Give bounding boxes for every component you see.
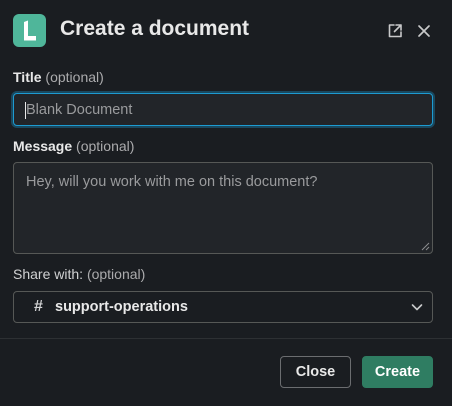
chevron-down-icon bbox=[411, 304, 423, 311]
message-textarea-placeholder: Hey, will you work with me on this docum… bbox=[26, 174, 318, 190]
open-in-new-window-icon bbox=[388, 24, 402, 38]
message-label-text: Message bbox=[13, 138, 73, 154]
title-label-text: Title bbox=[13, 69, 42, 85]
modal-title: Create a document bbox=[60, 17, 250, 40]
open-in-new-window-button[interactable] bbox=[384, 20, 406, 42]
resize-handle-icon[interactable] bbox=[421, 242, 430, 251]
title-input[interactable]: Blank Document bbox=[13, 93, 433, 126]
title-input-placeholder: Blank Document bbox=[26, 102, 133, 118]
message-optional-hint: (optional) bbox=[76, 138, 135, 154]
create-document-modal: Create a document Title (optional) Blank… bbox=[0, 0, 452, 406]
title-label: Title (optional) bbox=[13, 69, 104, 85]
title-optional-hint: (optional) bbox=[45, 69, 104, 85]
modal-header: Create a document bbox=[0, 0, 452, 62]
footer-divider bbox=[0, 338, 452, 339]
selected-channel-name: support-operations bbox=[55, 299, 188, 315]
close-icon bbox=[418, 25, 430, 37]
share-with-label-text: Share with: bbox=[13, 266, 84, 282]
message-label: Message (optional) bbox=[13, 138, 134, 154]
close-button[interactable]: Close bbox=[280, 356, 351, 388]
close-modal-button[interactable] bbox=[413, 20, 435, 42]
canvas-app-icon bbox=[13, 14, 46, 47]
create-button[interactable]: Create bbox=[362, 356, 433, 388]
text-cursor bbox=[25, 102, 26, 119]
hash-icon: # bbox=[34, 298, 43, 315]
share-with-channel-select[interactable]: # support-operations bbox=[13, 291, 433, 323]
share-optional-hint: (optional) bbox=[86, 266, 146, 282]
share-with-label: Share with: (optional) bbox=[13, 266, 145, 282]
message-textarea[interactable]: Hey, will you work with me on this docum… bbox=[13, 162, 433, 254]
